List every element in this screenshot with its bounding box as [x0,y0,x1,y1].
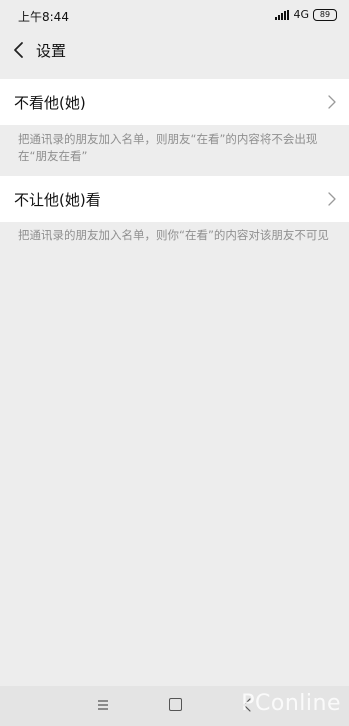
chevron-right-icon [328,192,336,206]
setting-description: 把通讯录的朋友加入名单，则你“在看”的内容对该朋友不可见 [18,228,329,242]
chevron-right-icon [328,95,336,109]
status-bar: 上午8:44 4G 89 [0,0,349,30]
navigation-bar: PConline [0,686,349,726]
signal-icon [275,9,290,20]
network-type: 4G [293,8,309,21]
back-arrow-icon[interactable] [10,40,30,60]
setting-row-label: 不让他(她)看 [14,191,101,209]
battery-icon: 89 [313,8,337,21]
status-indicators: 4G 89 [275,8,337,21]
home-icon[interactable] [169,698,182,711]
header: 设置 [0,30,349,74]
setting-row-hide-my-watching[interactable]: 不让他(她)看 [0,176,349,222]
status-time: 上午8:44 [18,10,69,24]
setting-description: 把通讯录的朋友加入名单，则朋友“在看”的内容将不会出现在“朋友在看” [18,132,318,163]
setting-row-hide-from-me[interactable]: 不看他(她) [0,79,349,125]
watermark-logo: PConline [241,691,341,716]
menu-icon[interactable] [97,699,109,711]
setting-row-label: 不看他(她) [14,94,86,112]
page-title: 设置 [36,42,67,60]
